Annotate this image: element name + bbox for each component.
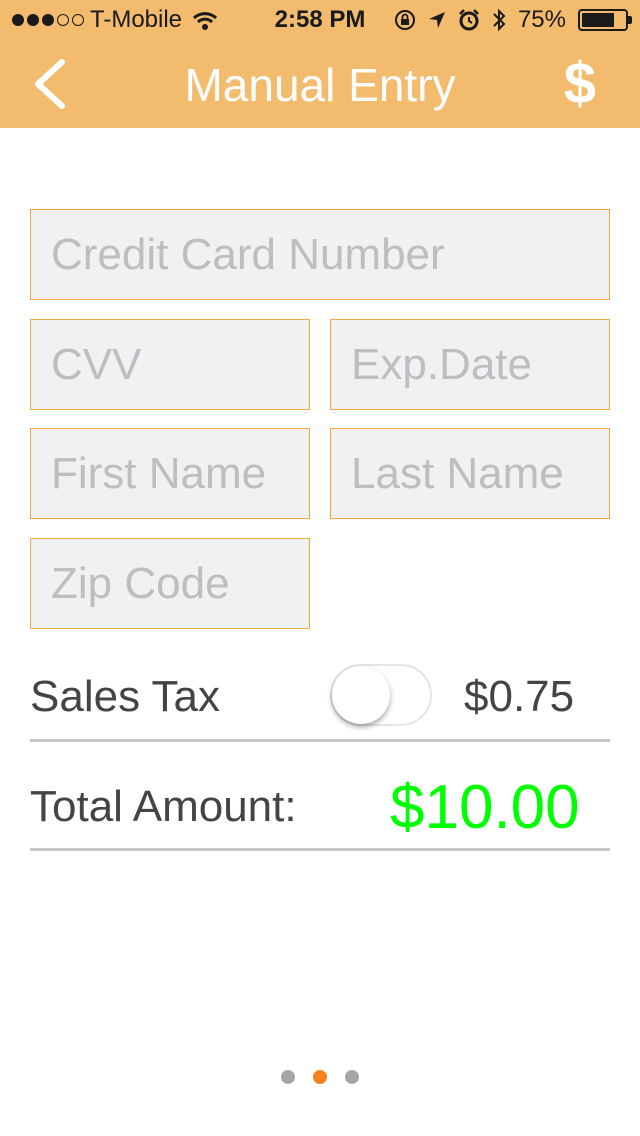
page-dot[interactable] [345, 1070, 359, 1084]
nav-header: T-Mobile 2:58 PM 75% Manual Entry $ [0, 0, 640, 128]
last-name-input[interactable] [330, 428, 610, 519]
status-bar: T-Mobile 2:58 PM 75% [0, 0, 640, 40]
page-title: Manual Entry [184, 59, 456, 111]
divider [30, 848, 610, 851]
total-amount-value: $10.00 [390, 773, 580, 842]
bluetooth-icon [493, 8, 506, 32]
alarm-icon [459, 9, 479, 31]
battery-icon [578, 9, 632, 31]
payment-action-button[interactable]: $ [564, 52, 596, 116]
page-indicator[interactable] [0, 1070, 640, 1084]
toggle-knob [332, 666, 390, 724]
divider [30, 739, 610, 742]
zip-code-input[interactable] [30, 538, 310, 629]
sales-tax-toggle[interactable] [330, 664, 432, 726]
battery-percent: 75% [517, 6, 566, 33]
card-number-input[interactable] [30, 209, 610, 300]
status-right: 75% [394, 6, 632, 34]
first-name-input[interactable] [30, 428, 310, 519]
lock-rotation-icon [394, 10, 415, 30]
sales-tax-value: $0.75 [464, 672, 575, 721]
page-dot[interactable] [313, 1070, 327, 1084]
total-amount-label: Total Amount: [30, 782, 297, 831]
sales-tax-label: Sales Tax [30, 672, 220, 721]
location-arrow-icon [428, 12, 445, 28]
cvv-input[interactable] [30, 319, 310, 410]
page-dot[interactable] [281, 1070, 295, 1084]
exp-date-input[interactable] [330, 319, 610, 410]
